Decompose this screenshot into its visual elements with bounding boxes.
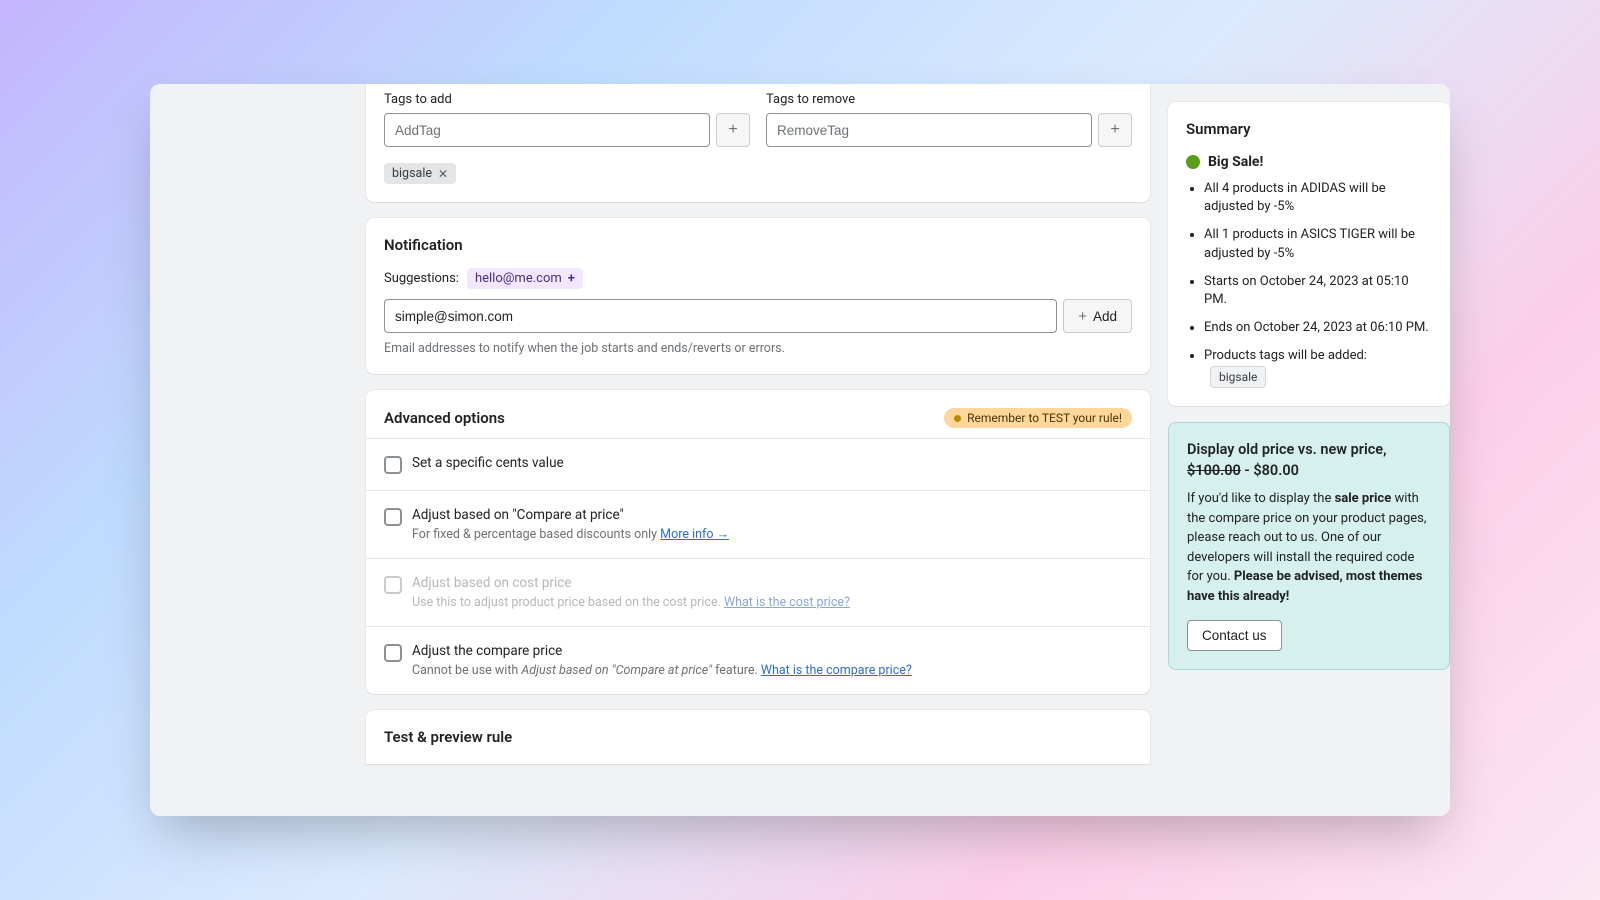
tags-to-add-input-row: + — [384, 113, 750, 147]
contact-us-button[interactable]: Contact us — [1187, 620, 1282, 651]
cost-price-desc: Use this to adjust product price based o… — [412, 595, 850, 610]
cost-price-link[interactable]: What is the cost price? — [724, 595, 850, 610]
main-column: Tags to add + bigsale ✕ — [366, 84, 1150, 816]
info-body: If you'd like to display the sale price … — [1187, 489, 1431, 606]
tags-to-add-label: Tags to add — [384, 92, 750, 107]
summary-tag-pill: bigsale — [1210, 366, 1266, 389]
summary-title: Summary — [1186, 120, 1432, 138]
cost-price-label: Adjust based on cost price — [412, 575, 850, 591]
tag-chip-label: bigsale — [392, 166, 432, 181]
summary-status-row: Big Sale! — [1186, 154, 1432, 170]
compare-at-checkbox[interactable] — [384, 508, 402, 526]
tags-to-add-field: Tags to add + bigsale ✕ — [384, 92, 750, 184]
price-line: $100.00 - $80.00 — [1187, 462, 1431, 479]
summary-card: Summary Big Sale! All 4 products in ADID… — [1168, 102, 1450, 406]
cents-label: Set a specific cents value — [412, 455, 564, 471]
suggestion-email-text: hello@me.com — [475, 271, 562, 286]
tags-to-add-input[interactable] — [384, 113, 710, 147]
price-display-info-card: Display old price vs. new price, $100.00… — [1168, 422, 1450, 670]
test-preview-card: Test & preview rule — [366, 710, 1150, 764]
add-tag-button[interactable]: + — [716, 113, 750, 147]
info-title: Display old price vs. new price, — [1187, 441, 1431, 458]
tag-fields-row: Tags to add + bigsale ✕ — [384, 92, 1132, 184]
tags-to-remove-label: Tags to remove — [766, 92, 1132, 107]
adjust-compare-checkbox[interactable] — [384, 644, 402, 662]
tags-to-remove-input-row: + — [766, 113, 1132, 147]
app-frame: Tags to add + bigsale ✕ — [150, 84, 1450, 816]
status-dot-icon — [1186, 155, 1200, 169]
remove-tag-icon[interactable]: ✕ — [438, 167, 448, 181]
warning-dot-icon — [954, 415, 961, 422]
cost-price-checkbox — [384, 576, 402, 594]
plus-icon: + — [1078, 308, 1087, 325]
notification-help-text: Email addresses to notify when the job s… — [384, 341, 1132, 356]
content-wrap: Tags to add + bigsale ✕ — [150, 84, 1450, 816]
summary-item: All 4 products in ADIDAS will be adjuste… — [1204, 180, 1432, 216]
plus-icon: + — [568, 271, 575, 286]
old-price: $100.00 — [1187, 462, 1241, 479]
advanced-options-card: Advanced options Remember to TEST your r… — [366, 390, 1150, 694]
test-reminder-text: Remember to TEST your rule! — [967, 411, 1122, 425]
add-email-button[interactable]: + Add — [1063, 299, 1132, 333]
email-input-row: + Add — [384, 299, 1132, 333]
cents-checkbox[interactable] — [384, 456, 402, 474]
existing-tags: bigsale ✕ — [384, 153, 750, 184]
adjust-compare-link[interactable]: What is the compare price? — [761, 663, 912, 678]
option-cost-price: Adjust based on cost price Use this to a… — [366, 558, 1150, 626]
compare-at-label: Adjust based on "Compare at price" — [412, 507, 729, 523]
remove-tag-button[interactable]: + — [1098, 113, 1132, 147]
advanced-title: Advanced options — [384, 409, 505, 427]
advanced-header: Advanced options Remember to TEST your r… — [366, 390, 1150, 438]
compare-at-desc: For fixed & percentage based discounts o… — [412, 527, 729, 542]
adjust-compare-label: Adjust the compare price — [412, 643, 912, 659]
add-email-label: Add — [1093, 309, 1117, 324]
test-preview-title: Test & preview rule — [384, 728, 1132, 746]
tag-chip-bigsale: bigsale ✕ — [384, 163, 456, 184]
side-column: Summary Big Sale! All 4 products in ADID… — [1168, 84, 1450, 816]
new-price: $80.00 — [1253, 462, 1299, 479]
suggestions-row: Suggestions: hello@me.com + — [384, 268, 1132, 289]
suggestions-label: Suggestions: — [384, 271, 459, 286]
tags-to-remove-input[interactable] — [766, 113, 1092, 147]
notification-email-input[interactable] — [384, 299, 1057, 333]
summary-item: All 1 products in ASICS TIGER will be ad… — [1204, 226, 1432, 262]
summary-item-tags: Products tags will be added: bigsale — [1204, 347, 1432, 388]
summary-list: All 4 products in ADIDAS will be adjuste… — [1186, 180, 1432, 388]
tags-card: Tags to add + bigsale ✕ — [366, 84, 1150, 202]
compare-at-more-info-link[interactable]: More info → — [660, 527, 729, 542]
summary-item: Ends on October 24, 2023 at 06:10 PM. — [1204, 319, 1432, 337]
suggestion-email-chip[interactable]: hello@me.com + — [467, 268, 583, 289]
tags-to-remove-field: Tags to remove + — [766, 92, 1132, 184]
option-compare-at: Adjust based on "Compare at price" For f… — [366, 490, 1150, 558]
notification-title: Notification — [384, 236, 1132, 254]
adjust-compare-desc: Cannot be use with Adjust based on "Comp… — [412, 663, 912, 678]
test-reminder-badge: Remember to TEST your rule! — [944, 408, 1132, 428]
option-cents: Set a specific cents value — [366, 438, 1150, 490]
notification-card: Notification Suggestions: hello@me.com +… — [366, 218, 1150, 374]
summary-item: Starts on October 24, 2023 at 05:10 PM. — [1204, 273, 1432, 309]
summary-rule-name: Big Sale! — [1208, 154, 1263, 170]
option-adjust-compare: Adjust the compare price Cannot be use w… — [366, 626, 1150, 694]
